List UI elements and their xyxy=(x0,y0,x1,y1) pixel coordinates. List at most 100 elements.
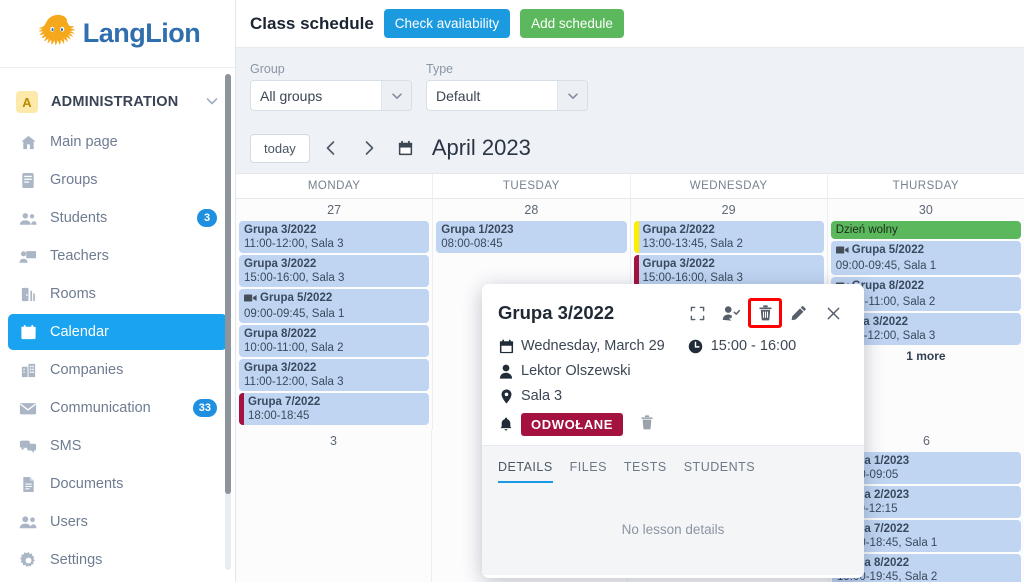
trash-icon[interactable] xyxy=(748,298,782,328)
group-select-value: All groups xyxy=(260,87,323,104)
group-filter: Group All groups xyxy=(250,62,412,111)
popup-tabs: DETAILS FILES TESTS STUDENTS xyxy=(482,445,864,483)
datepicker-calendar-icon[interactable] xyxy=(390,140,422,157)
lion-logo-icon xyxy=(35,12,81,56)
calendar-event[interactable]: Grupa 3/2022 15:00-16:00, Sala 3 xyxy=(633,255,824,287)
person-icon xyxy=(498,364,514,379)
popup-tab-content: No lesson details xyxy=(482,483,864,575)
book-icon xyxy=(18,172,38,189)
event-title: Grupa 3/2022 xyxy=(244,362,317,374)
sidebar-item-label: Students xyxy=(50,210,108,226)
sidebar-scrollbar-thumb[interactable] xyxy=(225,74,231,494)
close-icon[interactable] xyxy=(816,299,850,327)
calendar-event[interactable]: Grupa 1/2023 08:00-08:45 xyxy=(436,221,627,253)
day-header-tuesday: TUESDAY xyxy=(433,174,631,198)
sidebar-item-label: Documents xyxy=(50,476,124,492)
event-time: 11:00-12:00, Sala 3 xyxy=(244,238,344,250)
event-title: Grupa 5/2022 xyxy=(244,291,424,307)
chevron-right-icon[interactable] xyxy=(352,133,386,163)
empty-state-text: No lesson details xyxy=(621,521,725,537)
sidebar-section-administration[interactable]: A ADMINISTRATION xyxy=(0,82,235,122)
communication-count-badge: 33 xyxy=(192,399,217,417)
tab-files[interactable]: FILES xyxy=(570,460,607,483)
type-filter: Type Default xyxy=(426,62,588,111)
group-filter-label: Group xyxy=(250,62,285,76)
tab-tests[interactable]: TESTS xyxy=(624,460,667,483)
popup-teacher: Lektor Olszewski xyxy=(521,363,631,379)
sidebar-item-label: SMS xyxy=(50,438,82,454)
calendar-event[interactable]: Grupa 5/2022 09:00-09:45, Sala 1 xyxy=(830,241,1021,275)
status-trash-icon[interactable] xyxy=(640,415,654,434)
event-title: Grupa 7/2022 xyxy=(248,396,321,408)
section-label: ADMINISTRATION xyxy=(51,94,179,110)
group-select[interactable]: All groups xyxy=(250,80,412,111)
tab-details[interactable]: DETAILS xyxy=(498,460,553,483)
expand-icon[interactable] xyxy=(680,299,714,327)
students-count-badge: 3 xyxy=(197,209,217,227)
pencil-icon[interactable] xyxy=(782,299,816,327)
status-badge: ODWOŁANE xyxy=(521,413,624,436)
calendar-event[interactable]: Grupa 3/2022 11:00-12:00, Sala 3 xyxy=(239,221,430,253)
today-button[interactable]: today xyxy=(250,133,310,163)
event-title: Grupa 3/2022 xyxy=(244,258,317,270)
day-cell-3[interactable]: 3 xyxy=(236,430,433,582)
sidebar-item-settings[interactable]: Settings xyxy=(8,542,227,578)
sidebar-item-students[interactable]: Students 3 xyxy=(8,200,227,236)
sidebar-item-companies[interactable]: Companies xyxy=(8,352,227,388)
event-title: Grupa 3/2022 xyxy=(642,258,715,270)
popup-status-row: ODWOŁANE xyxy=(498,413,848,436)
calendar-event[interactable]: Grupa 5/2022 09:00-09:45, Sala 1 xyxy=(239,289,430,323)
event-time: 10:00-11:00, Sala 2 xyxy=(244,342,344,354)
type-select[interactable]: Default xyxy=(426,80,588,111)
main-content: Class schedule Check availability Add sc… xyxy=(236,0,1024,582)
event-color-stripe xyxy=(239,393,244,425)
sidebar-nav: A ADMINISTRATION Main page Groups Studen… xyxy=(0,68,235,578)
calendar-event[interactable]: Grupa 8/2022 10:00-11:00, Sala 2 xyxy=(239,325,430,357)
sidebar-item-label: Communication xyxy=(50,400,151,416)
calendar-event[interactable]: Grupa 7/2022 18:00-18:45 xyxy=(239,393,430,425)
chat-icon xyxy=(18,438,38,454)
day-number: 27 xyxy=(327,203,342,217)
chevron-left-icon[interactable] xyxy=(314,133,348,163)
calendar-holiday-event[interactable]: Dzień wolny xyxy=(830,221,1021,239)
sidebar-item-communication[interactable]: Communication 33 xyxy=(8,390,227,426)
event-time: 15:00-16:00, Sala 3 xyxy=(244,272,345,284)
video-camera-icon xyxy=(835,245,849,259)
calendar-event[interactable]: Grupa 3/2022 11:00-12:00, Sala 3 xyxy=(239,359,430,391)
day-header-monday: MONDAY xyxy=(236,174,434,198)
sidebar-item-label: Rooms xyxy=(50,286,96,302)
event-time: 11:00-12:00, Sala 3 xyxy=(244,376,344,388)
filter-bar: Group All groups Type Default xyxy=(236,48,1024,121)
sidebar-item-sms[interactable]: SMS xyxy=(8,428,227,464)
add-schedule-button[interactable]: Add schedule xyxy=(520,9,624,38)
door-icon xyxy=(18,286,38,303)
day-cell-27[interactable]: 27 Grupa 3/2022 11:00-12:00, Sala 3 Grup… xyxy=(236,199,434,430)
chevron-down-icon[interactable] xyxy=(557,81,587,110)
chevron-down-icon[interactable] xyxy=(381,81,411,110)
sidebar-item-label: Teachers xyxy=(50,248,109,264)
brand-logo[interactable]: LangLion xyxy=(0,0,235,68)
envelope-icon xyxy=(18,401,38,416)
popup-body: Wednesday, March 29 15:00 - 16:00 Lektor… xyxy=(482,332,864,436)
tab-students[interactable]: STUDENTS xyxy=(684,460,755,483)
teacher-icon xyxy=(18,248,38,265)
sidebar-item-label: Settings xyxy=(50,552,103,568)
sidebar-item-users[interactable]: Users xyxy=(8,504,227,540)
sidebar-item-documents[interactable]: Documents xyxy=(8,466,227,502)
chevron-down-icon[interactable] xyxy=(205,94,219,111)
calendar-icon xyxy=(498,339,514,354)
check-availability-button[interactable]: Check availability xyxy=(383,9,511,38)
sidebar-item-calendar[interactable]: Calendar xyxy=(8,314,227,350)
sidebar-item-groups[interactable]: Groups xyxy=(8,162,227,198)
calendar-event[interactable]: Grupa 2/2022 13:00-13:45, Sala 2 xyxy=(633,221,824,253)
sidebar-item-teachers[interactable]: Teachers xyxy=(8,238,227,274)
calendar-title: April 2023 xyxy=(431,135,531,160)
building-icon xyxy=(18,362,38,379)
bell-icon xyxy=(498,417,514,432)
user-check-icon[interactable] xyxy=(714,299,748,327)
calendar-event[interactable]: Grupa 3/2022 15:00-16:00, Sala 3 xyxy=(239,255,430,287)
sidebar-item-main-page[interactable]: Main page xyxy=(8,124,227,160)
brand-name: LangLion xyxy=(82,18,201,48)
sidebar-item-rooms[interactable]: Rooms xyxy=(8,276,227,312)
calendar-toolbar: today April 2023 xyxy=(236,121,1024,173)
